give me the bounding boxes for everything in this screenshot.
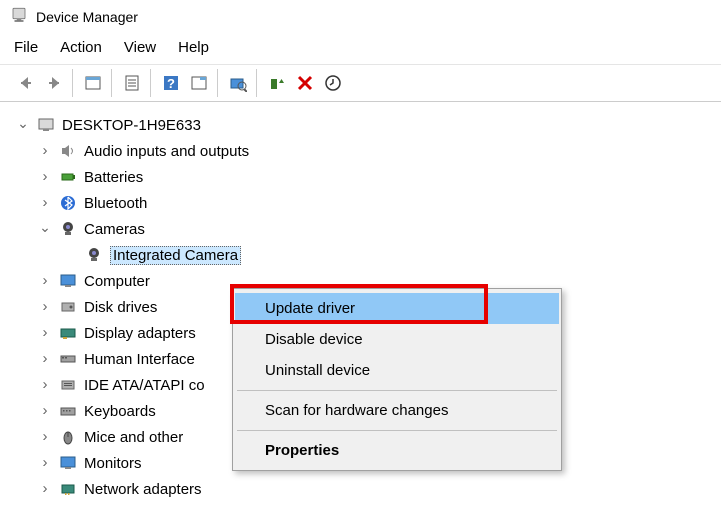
monitor-icon bbox=[58, 271, 78, 291]
tree-label: Network adapters bbox=[84, 481, 202, 498]
computer-icon bbox=[36, 115, 56, 135]
tree-root[interactable]: DESKTOP-1H9E633 bbox=[16, 112, 717, 138]
scan-hardware-button[interactable] bbox=[226, 71, 250, 95]
context-menu: Update driver Disable device Uninstall d… bbox=[232, 288, 562, 471]
expander-icon[interactable] bbox=[38, 222, 52, 236]
svg-text:?: ? bbox=[167, 76, 175, 91]
root-label: DESKTOP-1H9E633 bbox=[62, 117, 201, 134]
tree-label: Human Interface bbox=[84, 351, 195, 368]
expander-icon[interactable] bbox=[38, 144, 52, 158]
menu-help[interactable]: Help bbox=[178, 39, 209, 56]
tree-label: IDE ATA/ATAPI co bbox=[84, 377, 205, 394]
tree-category-cameras[interactable]: Cameras bbox=[16, 216, 717, 242]
tree-label: Monitors bbox=[84, 455, 142, 472]
tree-label: Mice and other bbox=[84, 429, 183, 446]
battery-icon bbox=[58, 167, 78, 187]
expander-icon[interactable] bbox=[38, 170, 52, 184]
bluetooth-icon bbox=[58, 193, 78, 213]
menubar: File Action View Help bbox=[0, 33, 721, 65]
context-scan-hardware[interactable]: Scan for hardware changes bbox=[235, 395, 559, 426]
expander-icon[interactable] bbox=[38, 430, 52, 444]
menu-file[interactable]: File bbox=[14, 39, 38, 56]
network-icon bbox=[58, 479, 78, 499]
tree-label: Audio inputs and outputs bbox=[84, 143, 249, 160]
expander-icon[interactable] bbox=[38, 482, 52, 496]
context-uninstall-device[interactable]: Uninstall device bbox=[235, 355, 559, 386]
window-title: Device Manager bbox=[36, 9, 138, 25]
expander-icon[interactable] bbox=[38, 404, 52, 418]
tree-category-network[interactable]: Network adapters bbox=[16, 476, 717, 502]
tree-device-integrated-camera[interactable]: Integrated Camera bbox=[16, 242, 717, 268]
menu-action[interactable]: Action bbox=[60, 39, 102, 56]
disk-icon bbox=[58, 297, 78, 317]
tree-category-audio[interactable]: Audio inputs and outputs bbox=[16, 138, 717, 164]
action-button[interactable] bbox=[187, 71, 211, 95]
monitor-icon bbox=[58, 453, 78, 473]
hid-icon bbox=[58, 349, 78, 369]
tree-category-batteries[interactable]: Batteries bbox=[16, 164, 717, 190]
tree-label: Keyboards bbox=[84, 403, 156, 420]
help-button[interactable]: ? bbox=[159, 71, 183, 95]
context-update-driver[interactable]: Update driver bbox=[235, 293, 559, 324]
mouse-icon bbox=[58, 427, 78, 447]
toolbar: ? bbox=[0, 65, 721, 102]
expander-icon[interactable] bbox=[38, 352, 52, 366]
tree-label: Computer bbox=[84, 273, 150, 290]
expander-icon[interactable] bbox=[16, 118, 30, 132]
tree-label: Bluetooth bbox=[84, 195, 147, 212]
tree-label: Cameras bbox=[84, 221, 145, 238]
forward-button[interactable] bbox=[42, 71, 66, 95]
display-adapter-icon bbox=[58, 323, 78, 343]
expander-icon[interactable] bbox=[38, 378, 52, 392]
separator bbox=[237, 390, 557, 391]
tree-label: Integrated Camera bbox=[110, 246, 241, 265]
device-manager-icon bbox=[10, 6, 28, 27]
expander-icon[interactable] bbox=[38, 326, 52, 340]
menu-view[interactable]: View bbox=[124, 39, 156, 56]
context-disable-device[interactable]: Disable device bbox=[235, 324, 559, 355]
properties-button[interactable] bbox=[120, 71, 144, 95]
tree-category-bluetooth[interactable]: Bluetooth bbox=[16, 190, 717, 216]
ide-icon bbox=[58, 375, 78, 395]
uninstall-button[interactable] bbox=[293, 71, 317, 95]
back-button[interactable] bbox=[14, 71, 38, 95]
camera-icon bbox=[58, 219, 78, 239]
disable-button[interactable] bbox=[321, 71, 345, 95]
tree-label: Display adapters bbox=[84, 325, 196, 342]
context-properties[interactable]: Properties bbox=[235, 435, 559, 466]
tree-label: Batteries bbox=[84, 169, 143, 186]
tree-label: Disk drives bbox=[84, 299, 157, 316]
expander-icon[interactable] bbox=[38, 274, 52, 288]
expander-icon[interactable] bbox=[38, 196, 52, 210]
show-hide-console-button[interactable] bbox=[81, 71, 105, 95]
keyboard-icon bbox=[58, 401, 78, 421]
camera-icon bbox=[84, 245, 104, 265]
expander-icon[interactable] bbox=[38, 456, 52, 470]
separator bbox=[237, 430, 557, 431]
speaker-icon bbox=[58, 141, 78, 161]
titlebar: Device Manager bbox=[0, 0, 721, 33]
expander-icon[interactable] bbox=[38, 300, 52, 314]
update-driver-button[interactable] bbox=[265, 71, 289, 95]
